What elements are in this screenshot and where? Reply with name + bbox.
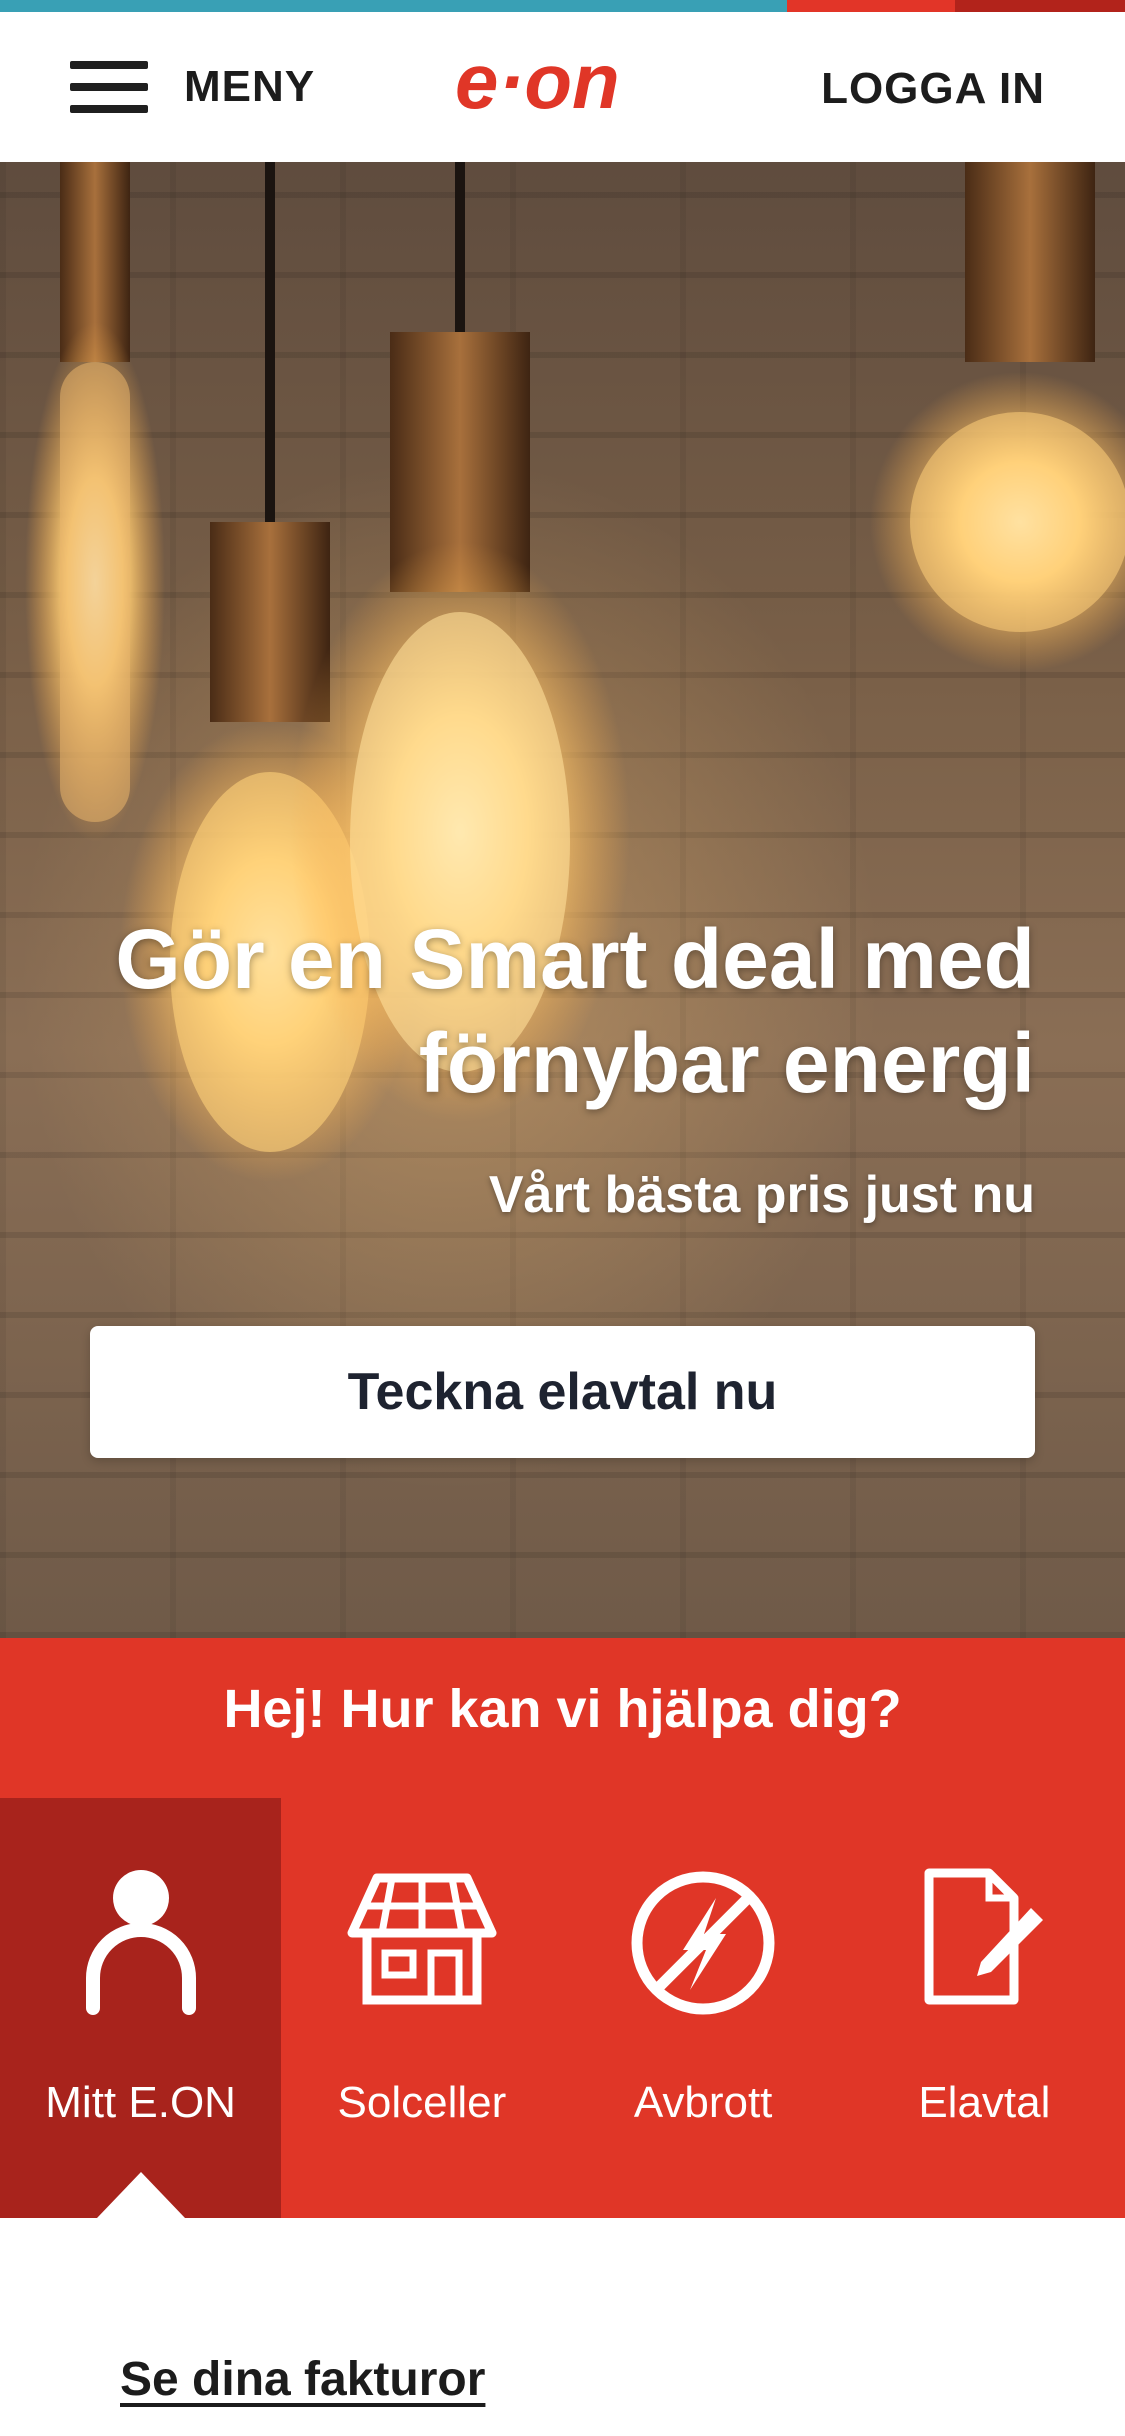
contract-edit-icon [924, 1868, 1044, 2005]
person-icon [85, 1870, 196, 2015]
hero-banner: Gör en Smart deal med förnybar energi Vå… [0, 162, 1125, 1638]
sign-contract-button[interactable]: Teckna elavtal nu [90, 1326, 1035, 1458]
tile-label: Elavtal [918, 2078, 1051, 2127]
eon-logo[interactable]: e·on [455, 42, 670, 132]
hero-subtitle: Vårt bästa pris just nu [488, 1166, 1035, 1224]
menu-label: MENY [184, 62, 316, 111]
tile-elavtal[interactable]: Elavtal [844, 1798, 1125, 2218]
menu-button[interactable]: MENY [70, 52, 315, 122]
help-title: Hej! Hur kan vi hjälpa dig? [223, 1679, 902, 1739]
top-color-stripe [0, 0, 1125, 12]
hero-title: Gör en Smart deal med förnybar energi [115, 912, 1035, 1110]
tile-label: Mitt E.ON [45, 2078, 236, 2127]
see-invoices-link[interactable]: Se dina fakturor [120, 2352, 485, 2407]
tile-label: Solceller [337, 2078, 507, 2127]
site-header: MENY e·on LOGGA IN [0, 12, 1125, 162]
hamburger-icon [70, 61, 148, 113]
login-button[interactable]: LOGGA IN [821, 64, 1045, 114]
power-outage-icon [631, 1871, 775, 2015]
solar-house-icon [347, 1873, 497, 2005]
tile-avbrott[interactable]: Avbrott [563, 1798, 844, 2218]
help-tiles: Mitt E.ON Solceller Avbrott Elavtal [0, 1798, 1125, 2218]
tile-mitt-eon[interactable]: Mitt E.ON [0, 1798, 282, 2218]
svg-text:e·on: e·on [455, 42, 620, 125]
active-tile-pointer [97, 2172, 185, 2218]
tile-label: Avbrott [633, 2078, 773, 2127]
help-section: Hej! Hur kan vi hjälpa dig? Mitt E.ON So… [0, 1638, 1125, 2218]
tile-solceller[interactable]: Solceller [281, 1798, 562, 2218]
